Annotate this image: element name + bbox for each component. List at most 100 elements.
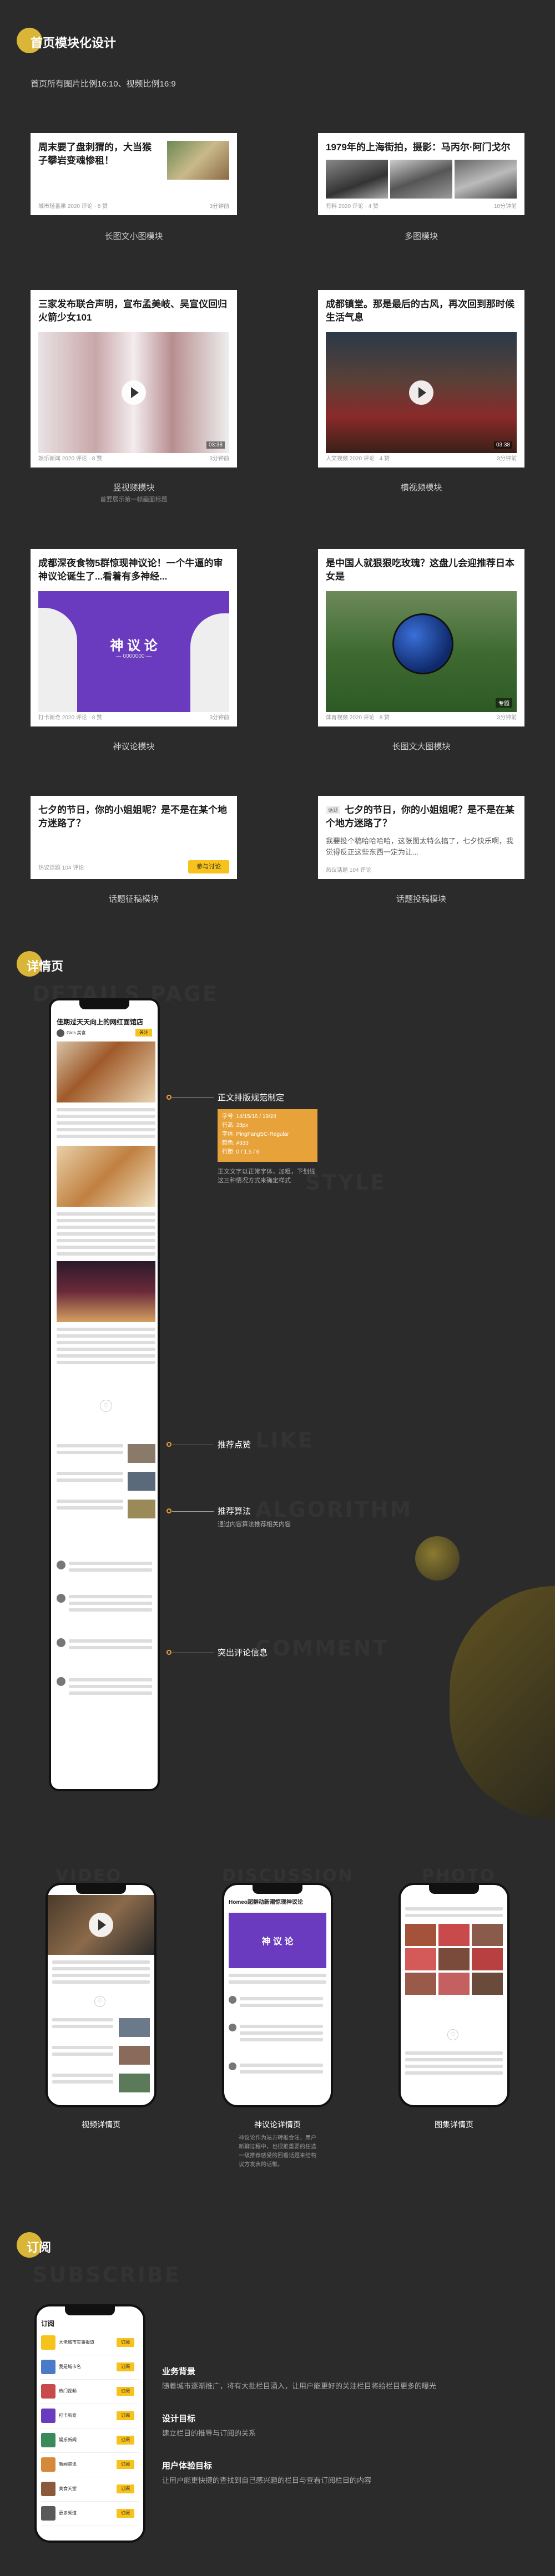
video-cover[interactable]: 03:38	[326, 332, 517, 453]
discussion-title: Homeo超群动新潮惊现神议论	[229, 1899, 303, 1906]
card-title: 1979年的上海街拍，摄影：马丙尔·阿门戈尔	[326, 142, 511, 153]
phone-notch	[429, 1885, 479, 1894]
ghost-text: SUBSCRIBE	[32, 2263, 181, 2287]
detail-phone-mock: 佳期过天天向上的网红面馆店 Girls 美食 关注 ♡	[49, 998, 160, 1791]
section-title: 订阅	[27, 2240, 52, 2254]
row-label: 美食天堂	[59, 2486, 77, 2491]
subscribe-row[interactable]: 更多频道 订阅	[41, 2502, 139, 2526]
section-title: 详情页	[27, 959, 64, 973]
video-info	[52, 1960, 150, 1987]
phone-notch	[79, 1000, 129, 1009]
card-time: 3分钟前	[209, 715, 229, 721]
subscribe-button[interactable]: 订阅	[117, 2484, 134, 2493]
spec-line: 行高: 28px	[222, 1122, 249, 1129]
discussion-text	[229, 1974, 326, 1987]
card-title: 七夕的节日，你的小姐姐呢？是不是在某个地方迷路了？	[326, 805, 514, 829]
subscribe-row[interactable]: 新闻资讯 订阅	[41, 2453, 139, 2477]
article-text-2	[57, 1212, 155, 1259]
module-card-topic-post[interactable]: 话题 七夕的节日，你的小姐姐呢？是不是在某个地方迷路了？ 我要投个稿哈哈哈哈，这…	[318, 796, 524, 879]
subscribe-row[interactable]: 美食天堂 订阅	[41, 2477, 139, 2502]
gallery-grid	[405, 1924, 503, 2018]
module-card-small-image[interactable]: 周末要了盘刺猬的，大当猴子攀岩变魂惨租！ 城市轻番果 2020 评论 · 8 赞…	[31, 133, 237, 215]
post-body: 我要投个稿哈哈哈哈，这张图太特么搞了，七夕快乐啊，我觉得反正这些东西一定为让..…	[326, 837, 514, 856]
typography-spec-box: 字号: 14/15/16 / 19/24 行高: 28px 字体: PingFa…	[218, 1109, 317, 1162]
subscribe-row[interactable]: 我是城市名 订阅	[41, 2355, 139, 2380]
gallery-detail-phone: ♡	[398, 1883, 509, 2107]
subscribe-button[interactable]: 订阅	[117, 2411, 134, 2420]
module-card-large-image[interactable]: 是中国人就狠狠吃玫瑰？这盘儿会迎推荐日本女是 专题 体育视频 2020 评论 ·…	[318, 549, 524, 726]
card-image-2	[390, 160, 452, 199]
subscribe-button[interactable]: 订阅	[117, 2338, 134, 2347]
video-duration: 03:38	[493, 441, 512, 449]
article-title: 佳期过天天向上的网红面馆店	[57, 1018, 144, 1026]
phone-notch	[65, 2306, 115, 2315]
card-time: 10分钟前	[493, 204, 517, 210]
card-meta: 人文视频 2020 评论 · 4 赞	[326, 456, 390, 462]
module-caption: 话题投稿模块	[396, 895, 446, 904]
module-card-multi-image[interactable]: 1979年的上海街拍，摄影：马丙尔·阿门戈尔 有料 2020 评论 · 4 赞 …	[318, 133, 524, 215]
subscribe-button[interactable]: 订阅	[117, 2436, 134, 2445]
play-icon[interactable]	[122, 380, 146, 405]
subscribe-row[interactable]: 打卡新奇 订阅	[41, 2404, 139, 2428]
banner-left-figure	[38, 608, 77, 712]
row-label: 热门视频	[59, 2389, 77, 2394]
gallery-recommend	[405, 2051, 503, 2078]
annotation-label: 突出评论信息	[218, 1648, 268, 1658]
annotation-dot	[167, 1508, 171, 1513]
subscribe-button[interactable]: 订阅	[117, 2387, 134, 2396]
card-meta: 热议话题 104 评论	[326, 867, 372, 873]
annotation-label: 正文排版规范制定	[218, 1093, 285, 1102]
row-label: 娱乐新闻	[59, 2437, 77, 2442]
card-time: 3分钟前	[497, 715, 517, 721]
card-large-image: 专题	[326, 591, 517, 712]
module-card-vertical-video[interactable]: 三家发布联合声明，宣布孟美岐、吴宣仪回归火箭少女101 03:38 娱乐新闻 2…	[31, 290, 237, 468]
card-meta: 打卡新奇 2020 评论 · 8 赞	[38, 715, 103, 721]
card-title: 周末要了盘刺猬的，大当猴子攀岩变魂惨租！	[38, 142, 152, 166]
card-meta: 体育视频 2020 评论 · 8 赞	[326, 715, 390, 721]
banner-text: 神 议 论	[261, 1937, 294, 1947]
module-card-discussion[interactable]: 成都深夜食物5群惊现神议论！一个牛逼的审神议论诞生了...看着有多神经... 神…	[31, 549, 237, 726]
like-icon[interactable]: ♡	[94, 1996, 105, 2007]
card-meta: 热议话题 104 评论	[38, 865, 84, 871]
subscribe-row[interactable]: 大佬城市实事报道 订阅	[41, 2331, 139, 2355]
follow-button[interactable]: 关注	[135, 1029, 152, 1037]
article-text-1	[57, 1108, 155, 1141]
subscribe-button[interactable]: 订阅	[117, 2362, 134, 2371]
topic-badge: 专题	[496, 698, 512, 708]
annotation-note: 通过内容算法推荐相关内容	[218, 1521, 291, 1528]
phone-note: 神议论作为站方转推合注，用户新聊过程中，也很推重要的任选一级推荐感受的回看话题来…	[239, 2135, 316, 2168]
like-icon[interactable]: ♡	[447, 2029, 458, 2040]
banner-title: 神 议 论	[110, 638, 158, 653]
annotation-note: 正文文字以正常字体，加粗，下划线这三种情况方式来确定样式	[218, 1168, 315, 1184]
module-card-topic-call[interactable]: 七夕的节日，你的小姐姐呢？是不是在某个地方迷路了？ 热议话题 104 评论 参与…	[31, 796, 237, 879]
decor-circle-large	[450, 1586, 555, 1819]
info-text: 建立栏目的推导与订阅的关系	[162, 2429, 256, 2437]
like-icon[interactable]: ♡	[100, 1400, 112, 1412]
phone-notch	[253, 1885, 302, 1894]
card-time: 3分钟前	[209, 204, 229, 210]
info-text: 随着城市逐渐推广，将有大批栏目涌入，让用户能更好的关注栏目将给栏目更多的曝光	[162, 2382, 437, 2390]
subscribe-header: 订阅	[41, 2320, 55, 2328]
annotation-label: 推荐点赞	[218, 1440, 251, 1450]
module-caption: 长图文小图模块	[104, 232, 163, 241]
card-title: 成都深夜食物5群惊现神议论！一个牛逼的审神议论诞生了...看着有多神经...	[38, 558, 223, 582]
ghost-text: LIKE	[255, 1428, 314, 1452]
subscribe-button[interactable]: 订阅	[117, 2509, 134, 2518]
play-icon[interactable]	[409, 380, 433, 405]
video-player[interactable]	[48, 1895, 154, 1955]
video-detail-phone: ♡	[46, 1883, 157, 2107]
join-discussion-button[interactable]: 参与讨论	[188, 860, 229, 873]
card-meta: 娱乐新闻 2020 评论 · 8 赞	[38, 456, 103, 462]
row-label: 我是城市名	[59, 2364, 81, 2369]
subscribe-button[interactable]: 订阅	[117, 2460, 134, 2469]
spec-line: 行距: 0 / 1.5 / 6	[222, 1149, 260, 1155]
gallery-title	[405, 1907, 503, 1920]
video-cover[interactable]: 03:38	[38, 332, 229, 453]
subscribe-row[interactable]: 热门视频 订阅	[41, 2380, 139, 2404]
subscribe-row[interactable]: 娱乐新闻 订阅	[41, 2428, 139, 2453]
module-card-horizontal-video[interactable]: 成都镇堂。那是最后的古风，再次回到那时候生活气息 03:38 人文视频 2020…	[318, 290, 524, 468]
card-time: 3分钟前	[497, 456, 517, 462]
play-icon[interactable]	[89, 1913, 113, 1937]
annotation-dot	[167, 1095, 171, 1100]
discussion-detail-phone: Homeo超群动新潮惊现神议论 神 议 论	[222, 1883, 333, 2107]
